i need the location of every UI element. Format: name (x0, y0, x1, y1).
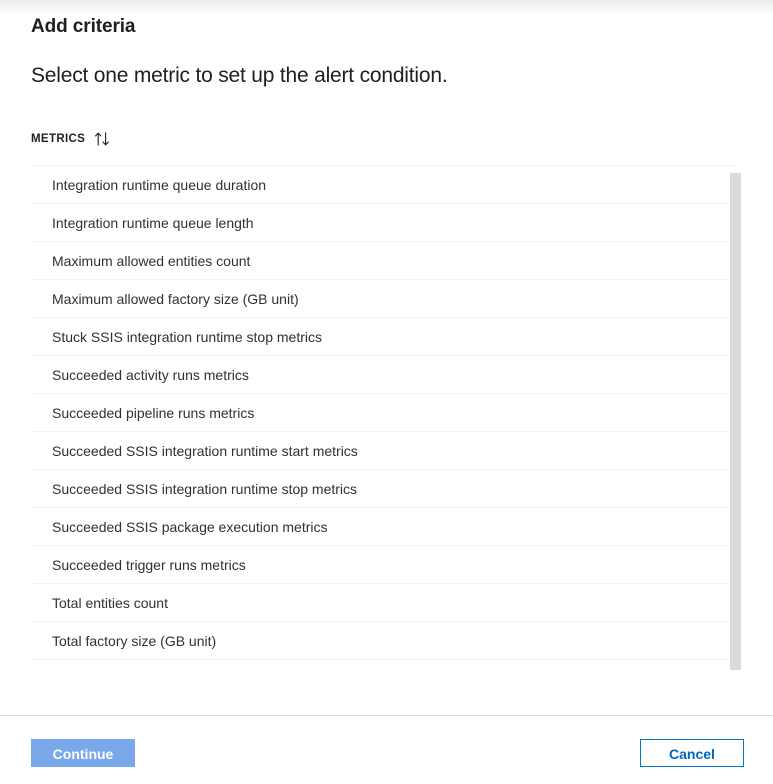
metrics-list: Integration runtime queue duration Integr… (31, 165, 738, 671)
metric-list-item[interactable]: Integration runtime queue length (31, 204, 738, 242)
metrics-scrollbar-track[interactable] (729, 165, 742, 671)
page-title: Add criteria (31, 16, 136, 37)
metrics-scroll-viewport[interactable]: Integration runtime queue duration Integr… (31, 165, 742, 671)
metric-list-item[interactable]: Succeeded activity runs metrics (31, 356, 738, 394)
metric-list-item[interactable]: Succeeded SSIS integration runtime start… (31, 432, 738, 470)
page-subtitle: Select one metric to set up the alert co… (31, 64, 448, 87)
cancel-button[interactable]: Cancel (640, 739, 744, 767)
metrics-list-section: METRICS Integration runtime queue durati… (0, 90, 773, 715)
blade-footer: Continue Cancel (0, 715, 773, 784)
continue-button[interactable]: Continue (31, 739, 135, 767)
metric-list-item[interactable]: Stuck SSIS integration runtime stop metr… (31, 318, 738, 356)
metric-list-item[interactable]: Succeeded pipeline runs metrics (31, 394, 738, 432)
blade-header: Add criteria Select one metric to set up… (0, 0, 773, 90)
metric-list-item[interactable]: Total factory size (GB unit) (31, 622, 738, 660)
metric-list-item[interactable]: Maximum allowed factory size (GB unit) (31, 280, 738, 318)
metrics-column-header[interactable]: METRICS (31, 126, 742, 152)
metric-list-item[interactable]: Total entities count (31, 584, 738, 622)
metric-list-item[interactable]: Integration runtime queue duration (31, 166, 738, 204)
metric-list-item[interactable]: Succeeded SSIS package execution metrics (31, 508, 738, 546)
sort-arrows-icon[interactable] (94, 131, 112, 147)
metrics-column-label: METRICS (31, 133, 86, 145)
metric-list-item[interactable]: Maximum allowed entities count (31, 242, 738, 280)
metric-list-item[interactable]: Succeeded SSIS integration runtime stop … (31, 470, 738, 508)
metric-list-item[interactable]: Succeeded trigger runs metrics (31, 546, 738, 584)
add-criteria-blade: Add criteria Select one metric to set up… (0, 0, 773, 784)
metric-list-item-partial[interactable] (31, 660, 738, 671)
metrics-scrollbar-thumb[interactable] (730, 173, 741, 670)
